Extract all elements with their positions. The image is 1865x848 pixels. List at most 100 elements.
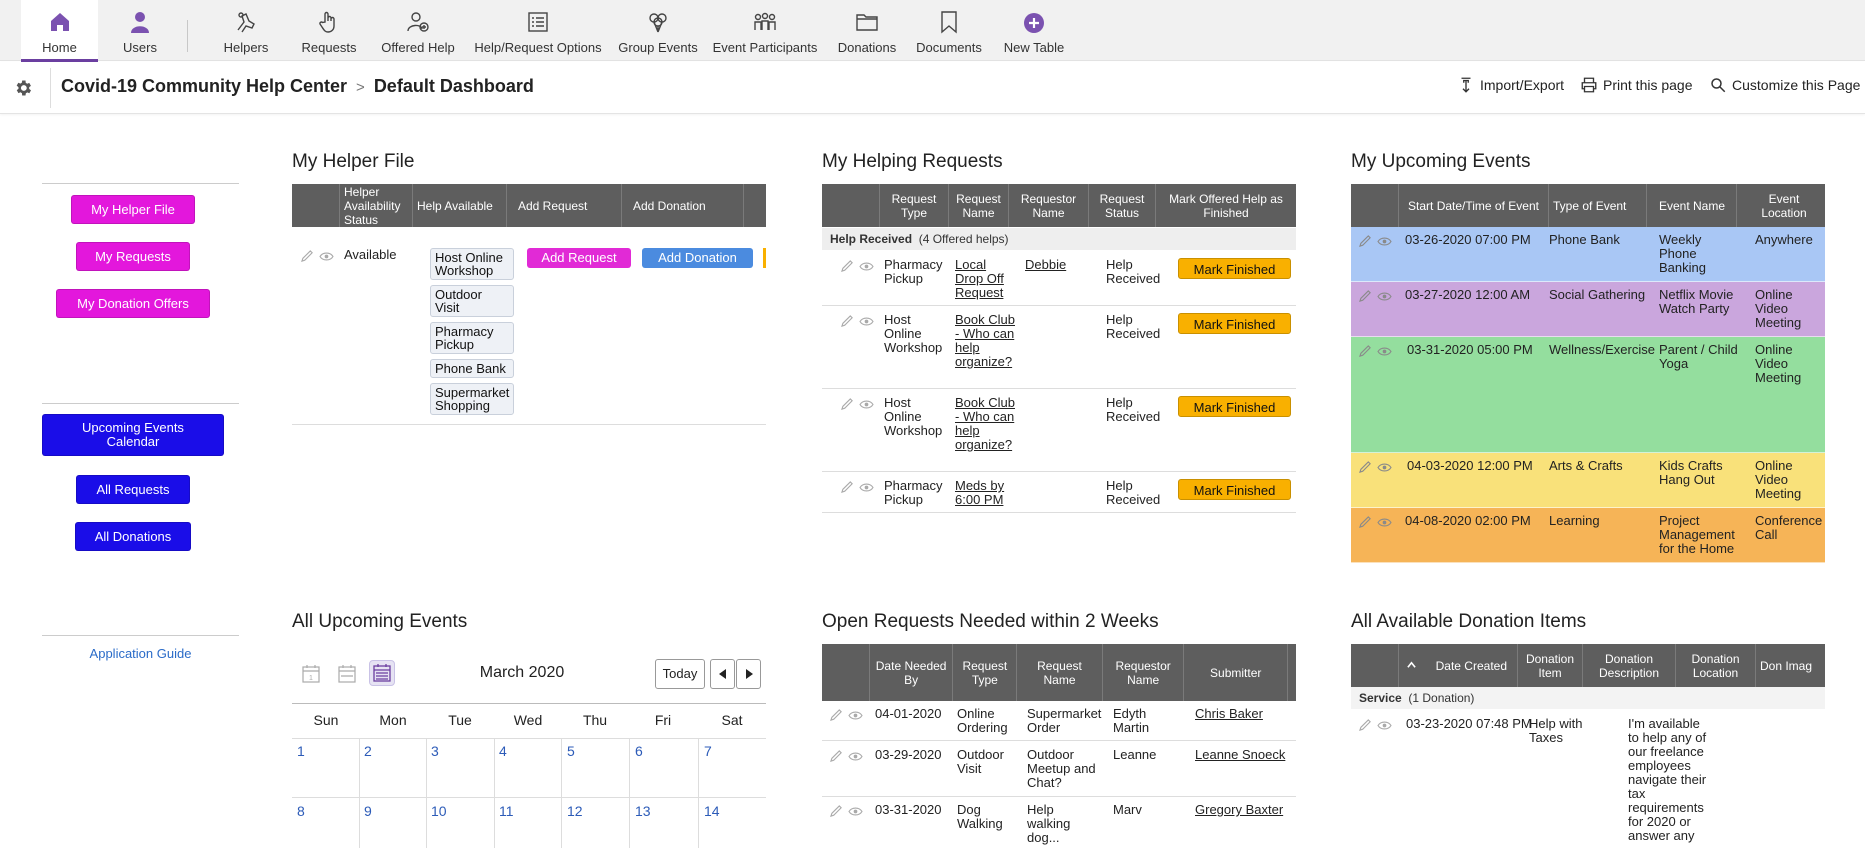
header-start-date[interactable]: Start Date/Time of Event <box>1399 184 1549 227</box>
view-icon[interactable] <box>1377 516 1392 529</box>
my-donation-offers-button[interactable]: My Donation Offers <box>56 289 210 318</box>
view-icon[interactable] <box>859 398 874 411</box>
header-requestor-name[interactable]: Requestor Name <box>1009 184 1089 227</box>
calendar-day[interactable]: 4 <box>499 743 507 759</box>
mark-finished-button[interactable]: Mark Finished <box>1178 479 1291 500</box>
prev-month-button[interactable] <box>710 659 735 689</box>
header-donation-location[interactable]: Donation Location <box>1676 644 1756 687</box>
nav-help-request-options[interactable]: Help/Request Options <box>470 0 606 61</box>
view-icon[interactable] <box>848 805 863 818</box>
calendar-day[interactable]: 6 <box>635 743 643 759</box>
nav-group-events[interactable]: Group Events <box>618 0 698 61</box>
group-header[interactable]: Service (1 Donation) <box>1351 687 1825 709</box>
add-request-button[interactable]: Add Request <box>527 248 631 268</box>
header-event-type[interactable]: Type of Event <box>1549 184 1647 227</box>
header-availability[interactable]: Helper Availability Status <box>340 184 413 227</box>
next-month-button[interactable] <box>736 659 761 689</box>
nav-requests[interactable]: Requests <box>296 0 362 61</box>
calendar-day[interactable]: 8 <box>297 803 305 819</box>
event-row[interactable]: 04-03-2020 12:00 PM Arts & Crafts Kids C… <box>1351 453 1825 508</box>
request-name-link[interactable]: Meds by 6:00 PM <box>955 479 1015 507</box>
request-name-link[interactable]: Book Club - Who can help organize? <box>955 313 1015 369</box>
mark-finished-button[interactable]: Mark Finished <box>1178 396 1291 417</box>
upcoming-events-calendar-button[interactable]: Upcoming Events Calendar <box>42 414 224 456</box>
view-icon[interactable] <box>1377 290 1392 303</box>
week-view-button[interactable] <box>334 661 360 687</box>
calendar-day[interactable]: 10 <box>431 803 447 819</box>
calendar-day[interactable]: 2 <box>364 743 372 759</box>
customize-page-button[interactable]: Customize this Page <box>1709 76 1860 94</box>
header-request-type[interactable]: Request Type <box>880 184 949 227</box>
header-requestor-name[interactable]: Requestor Name <box>1103 644 1185 701</box>
header-event-name[interactable]: Event Name <box>1647 184 1737 227</box>
calendar-day[interactable]: 3 <box>431 743 439 759</box>
add-donation-button[interactable]: Add Donation <box>642 248 753 268</box>
nav-event-participants[interactable]: Event Participants <box>712 0 818 61</box>
header-donation-item[interactable]: Donation Item <box>1518 644 1583 687</box>
edit-icon[interactable] <box>1358 345 1373 358</box>
view-icon[interactable] <box>848 709 863 722</box>
submitter-link[interactable]: Leanne Snoeck <box>1195 748 1285 762</box>
submitter-link[interactable]: Chris Baker <box>1195 707 1263 721</box>
requestor-link[interactable]: Debbie <box>1025 258 1100 272</box>
calendar-day[interactable]: 12 <box>567 803 583 819</box>
mark-finished-button[interactable]: Mark Finished <box>1178 258 1291 279</box>
edit-icon[interactable] <box>1358 516 1373 529</box>
view-icon[interactable] <box>1377 461 1392 474</box>
nav-offered-help[interactable]: Offered Help <box>378 0 458 61</box>
print-button[interactable]: Print this page <box>1580 76 1693 94</box>
edit-icon[interactable] <box>840 481 855 494</box>
edit-icon[interactable] <box>1358 290 1373 303</box>
nav-documents[interactable]: Documents <box>914 0 984 61</box>
header-add-request[interactable]: Add Request <box>507 184 622 227</box>
all-requests-button[interactable]: All Requests <box>76 475 190 504</box>
header-date-created[interactable]: Date Created <box>1399 644 1518 687</box>
calendar-day[interactable]: 13 <box>635 803 651 819</box>
view-icon[interactable] <box>848 750 863 763</box>
view-icon[interactable] <box>859 481 874 494</box>
nav-new-table[interactable]: New Table <box>998 0 1070 61</box>
calendar-day[interactable]: 7 <box>704 743 712 759</box>
calendar-day[interactable]: 5 <box>567 743 575 759</box>
group-header[interactable]: Help Received (4 Offered helps) <box>822 228 1296 250</box>
day-view-button[interactable]: 1 <box>298 661 324 687</box>
nav-helpers[interactable]: Helpers <box>212 0 280 61</box>
edit-icon[interactable] <box>840 315 855 328</box>
view-icon[interactable] <box>1377 235 1392 248</box>
calendar-day[interactable]: 14 <box>704 803 720 819</box>
view-icon[interactable] <box>319 250 334 263</box>
view-icon[interactable] <box>1377 345 1392 358</box>
request-name-link[interactable]: Local Drop Off Request <box>955 258 1015 300</box>
submitter-link[interactable]: Gregory Baxter <box>1195 803 1283 817</box>
edit-icon[interactable] <box>829 709 844 722</box>
event-row[interactable]: 03-26-2020 07:00 PM Phone Bank Weekly Ph… <box>1351 227 1825 282</box>
header-date-needed[interactable]: Date Needed By <box>870 644 954 701</box>
view-icon[interactable] <box>1377 719 1392 732</box>
view-icon[interactable] <box>859 315 874 328</box>
header-help-available[interactable]: Help Available <box>413 184 507 227</box>
calendar-day[interactable]: 9 <box>364 803 372 819</box>
event-row[interactable]: 04-08-2020 02:00 PM Learning Project Man… <box>1351 508 1825 563</box>
view-icon[interactable] <box>859 260 874 273</box>
edit-icon[interactable] <box>829 805 844 818</box>
header-request-name[interactable]: Request Name <box>949 184 1009 227</box>
header-request-type[interactable]: Request Type <box>953 644 1018 701</box>
my-helper-file-button[interactable]: My Helper File <box>71 195 195 224</box>
nav-donations[interactable]: Donations <box>832 0 902 61</box>
header-add-donation[interactable]: Add Donation <box>622 184 744 227</box>
header-submitter[interactable]: Submitter <box>1184 644 1288 701</box>
edit-icon[interactable] <box>1358 719 1373 732</box>
application-guide-link[interactable]: Application Guide <box>42 646 239 661</box>
edit-icon[interactable] <box>840 260 855 273</box>
header-event-location[interactable]: Event Location <box>1737 184 1825 227</box>
nav-users[interactable]: Users <box>104 0 176 61</box>
request-name-link[interactable]: Book Club - Who can help organize? <box>955 396 1015 452</box>
my-requests-button[interactable]: My Requests <box>76 242 190 271</box>
header-donation-image[interactable]: Don Imag <box>1756 644 1825 687</box>
header-request-status[interactable]: Request Status <box>1089 184 1156 227</box>
calendar-day[interactable]: 1 <box>297 743 305 759</box>
header-request-name[interactable]: Request Name <box>1017 644 1103 701</box>
breadcrumb-app[interactable]: Covid-19 Community Help Center <box>61 76 347 96</box>
edit-icon[interactable] <box>300 250 315 263</box>
gear-icon[interactable] <box>13 78 33 98</box>
